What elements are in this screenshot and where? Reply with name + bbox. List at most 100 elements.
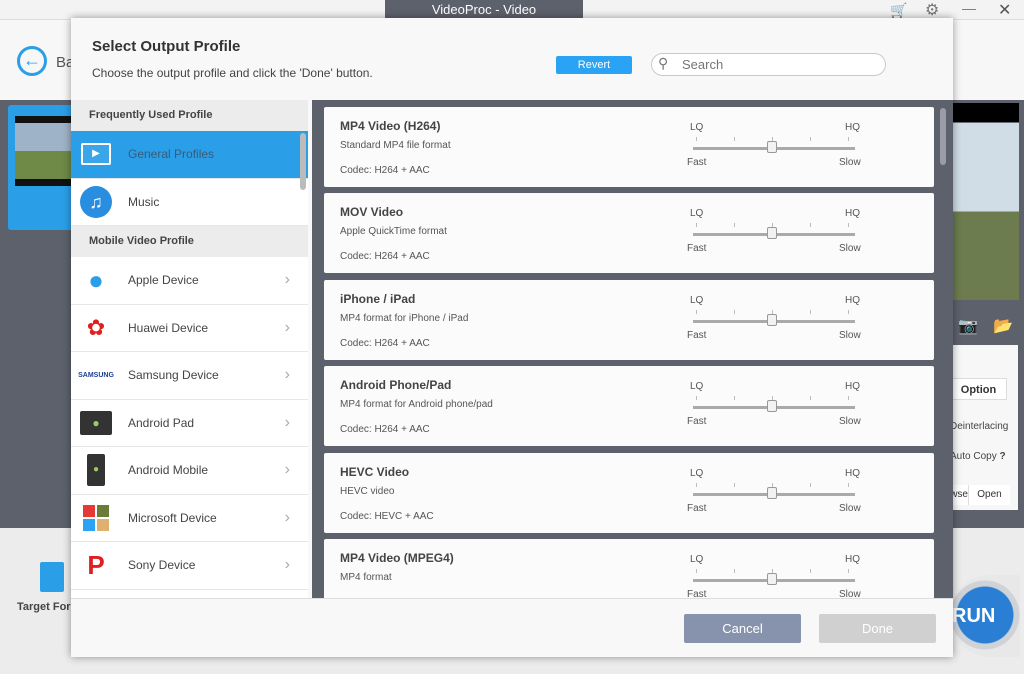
run-label: RUN [952, 605, 996, 627]
back-icon[interactable]: ← [17, 46, 47, 76]
fast-label: Fast [687, 243, 707, 255]
sidebar-item-music[interactable]: ♫ Music [71, 179, 308, 226]
sidebar-item-label: Apple Device [128, 273, 199, 288]
quality-slider-knob[interactable] [767, 227, 777, 240]
slider-tick [810, 482, 811, 487]
gear-icon[interactable]: ⚙ [925, 0, 939, 20]
slider-tick [734, 569, 735, 573]
hq-label: HQ [845, 294, 860, 306]
slider-tick [734, 137, 735, 141]
close-icon[interactable]: ✕ [998, 0, 1011, 20]
profile-category-list: Frequently Used Profile ▶ General Profile… [71, 100, 308, 598]
monitor-icon: ▶ [79, 137, 113, 171]
deinterlacing-label[interactable]: Deinterlacing [950, 421, 1024, 432]
profile-title: HEVC Video [340, 464, 410, 479]
profile-card[interactable]: Android Phone/Pad MP4 format for Android… [324, 366, 934, 447]
sidebar-item-label: Android Mobile [128, 463, 209, 478]
dialog-title: Select Output Profile [92, 38, 241, 55]
profile-title: MP4 Video (MPEG4) [340, 551, 454, 565]
apple-icon: ● [88, 264, 104, 295]
quality-slider-knob[interactable] [767, 486, 777, 499]
slider-tick [848, 396, 849, 401]
folder-icon[interactable]: 📂 [993, 316, 1013, 336]
cart-icon[interactable]: 🛒 [890, 2, 907, 19]
slider-tick [696, 396, 697, 401]
profile-list: MP4 Video (H264) Standard MP4 file forma… [312, 100, 953, 598]
lq-label: LQ [690, 381, 704, 393]
lq-label: LQ [690, 122, 704, 133]
huawei-icon: ✿ [86, 314, 106, 340]
cancel-button[interactable]: Cancel [684, 614, 801, 643]
dialog-subtitle: Choose the output profile and click the … [92, 66, 373, 80]
fast-label: Fast [687, 416, 707, 428]
slider-tick [810, 223, 811, 228]
window-title: VideoProc - Video [385, 0, 583, 20]
profile-description: Standard MP4 file format [340, 140, 451, 151]
section-mobile-video: Mobile Video Profile [71, 226, 308, 257]
profile-card[interactable]: HEVC Video HEVC video Codec: HEVC + AAC … [324, 452, 934, 533]
quality-slider-knob[interactable] [767, 141, 777, 153]
quality-slider-knob[interactable] [767, 400, 777, 413]
profile-scrollbar[interactable] [940, 108, 946, 165]
slider-tick [810, 309, 811, 314]
slider-tick [810, 569, 811, 573]
slider-tick [848, 309, 849, 314]
profile-codec: Codec: H264 + AAC [340, 165, 430, 176]
profile-card[interactable]: MOV Video Apple QuickTime format Codec: … [324, 193, 934, 274]
run-button[interactable]: RUN [950, 575, 1020, 657]
sidebar-item-android-mobile[interactable]: ● Android Mobile › [71, 447, 308, 495]
lq-label: LQ [690, 208, 704, 220]
hq-label: HQ [845, 208, 860, 220]
profile-codec: Codec: HEVC + AAC [340, 510, 434, 522]
slider-tick [696, 569, 697, 573]
fast-label: Fast [687, 589, 707, 598]
slider-tick [810, 396, 811, 401]
profile-title: MP4 Video (H264) [340, 119, 441, 133]
done-button[interactable]: Done [819, 614, 936, 643]
slider-tick [734, 309, 735, 314]
slider-tick [772, 482, 773, 487]
lq-label: LQ [690, 467, 704, 479]
target-format-icon[interactable] [40, 562, 64, 592]
hq-label: HQ [845, 467, 860, 479]
option-button[interactable]: Option [950, 378, 1007, 400]
section-frequently-used: Frequently Used Profile [71, 100, 308, 131]
slider-tick [848, 569, 849, 573]
sidebar-item-label: Microsoft Device [128, 510, 217, 525]
chevron-right-icon: › [284, 318, 290, 336]
android-pad-icon: ● [79, 406, 113, 440]
profile-card[interactable]: MP4 Video (MPEG4) MP4 format LQ HQ Fast … [324, 539, 934, 598]
profile-title: iPhone / iPad [340, 291, 416, 306]
slow-label: Slow [839, 243, 861, 255]
revert-button[interactable]: Revert [556, 56, 632, 74]
hq-label: HQ [845, 554, 860, 565]
sidebar-item-samsung-device[interactable]: SAMSUNG Samsung Device › [71, 352, 308, 400]
android-mobile-icon: ● [79, 453, 113, 487]
open-button[interactable]: Open [968, 485, 1010, 505]
sidebar-item-general-profiles[interactable]: ▶ General Profiles [71, 131, 308, 179]
slow-label: Slow [839, 416, 861, 428]
sidebar-item-sony-device[interactable]: P Sony Device › [71, 542, 308, 590]
slider-tick [696, 223, 697, 228]
slider-tick [696, 482, 697, 487]
profile-card[interactable]: iPhone / iPad MP4 format for iPhone / iP… [324, 279, 934, 360]
search-input[interactable] [651, 53, 886, 76]
profile-description: MP4 format for iPhone / iPad [340, 312, 469, 324]
sidebar-item-android-pad[interactable]: ● Android Pad › [71, 400, 308, 447]
minimize-icon[interactable]: — [962, 0, 976, 16]
category-scrollbar[interactable] [300, 133, 306, 190]
sidebar-item-apple-device[interactable]: ● Apple Device › [71, 257, 308, 305]
chevron-right-icon: › [284, 556, 290, 574]
target-format-label[interactable]: Target Format [17, 601, 71, 613]
profile-card[interactable]: MP4 Video (H264) Standard MP4 file forma… [324, 107, 934, 187]
quality-slider-knob[interactable] [767, 313, 777, 326]
quality-slider-knob[interactable] [767, 573, 777, 585]
camera-icon[interactable]: 📷 [958, 316, 978, 336]
sidebar-item-label: Huawei Device [128, 320, 209, 335]
auto-copy-label[interactable]: Auto Copy ? [950, 451, 1006, 462]
help-icon[interactable]: ? [999, 451, 1005, 462]
sidebar-item-label: General Profiles [128, 147, 215, 162]
chevron-right-icon: › [284, 366, 290, 384]
sidebar-item-microsoft-device[interactable]: Microsoft Device › [71, 495, 308, 542]
sidebar-item-huawei-device[interactable]: ✿ Huawei Device › [71, 305, 308, 352]
